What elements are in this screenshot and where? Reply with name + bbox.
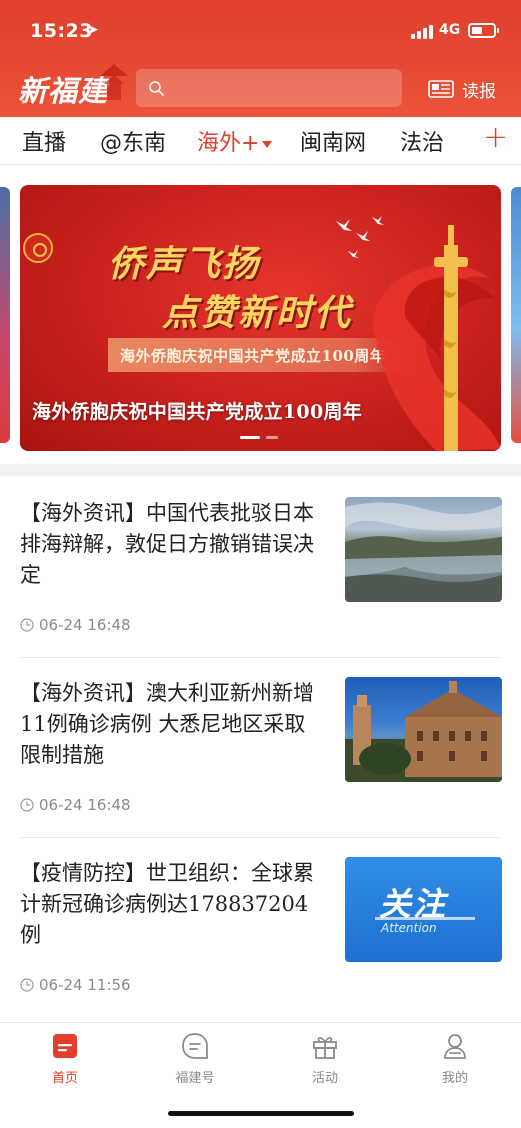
gift-icon	[313, 1037, 337, 1059]
tab-legal[interactable]: 法治	[400, 125, 444, 157]
tab-dongnan[interactable]: @东南	[100, 125, 166, 157]
nav-home-label: 首页	[51, 1071, 78, 1086]
news-timestamp: 06-24 16:48	[20, 796, 131, 814]
location-arrow-icon: ➤	[87, 22, 99, 38]
nav-activity-label: 活动	[311, 1071, 338, 1086]
home-indicator[interactable]	[168, 1111, 354, 1116]
carousel-dot-2[interactable]	[266, 436, 278, 439]
tab-overseas-label: 海外+	[197, 131, 260, 156]
banner-headline-1: 侨声飞扬	[108, 244, 261, 285]
carousel-indicator	[240, 436, 278, 440]
news-thumbnail	[345, 497, 502, 602]
tab-overseas[interactable]: 海外+	[197, 125, 273, 157]
thumbnail-subtitle: Attention	[381, 921, 437, 935]
search-icon	[149, 81, 164, 96]
news-title: 【海外资讯】澳大利亚新州新增11例确诊病例 大悉尼地区采取限制措施	[20, 681, 314, 767]
party-emblem-icon	[23, 233, 53, 263]
tab-minnan[interactable]: 闽南网	[300, 125, 366, 157]
clock-icon	[20, 978, 34, 992]
logo-pavilion-icon	[100, 64, 128, 100]
news-thumbnail: 关注 Attention	[345, 857, 502, 962]
section-divider	[0, 464, 521, 476]
newspaper-icon	[428, 80, 454, 98]
carousel-prev-slide[interactable]	[0, 187, 10, 443]
network-type: 4G	[439, 22, 461, 38]
search-input[interactable]	[170, 69, 390, 107]
news-item[interactable]: 【海外资讯】澳大利亚新州新增11例确诊病例 大悉尼地区采取限制措施 06-24 …	[0, 658, 521, 838]
news-title: 【疫情防控】世卫组织：全球累计新冠确诊病例达178837204例	[20, 861, 314, 947]
read-paper-button[interactable]: 读报	[428, 77, 496, 102]
banner-slide[interactable]: 侨声飞扬 点赞新时代 海外侨胞庆祝中国共产党成立100周年 海外侨胞庆祝中国共产…	[20, 185, 501, 451]
news-time-text: 06-24 16:48	[39, 796, 131, 814]
fujian-hao-icon	[182, 1033, 208, 1059]
app-header: 15:23 ➤ 4G 新福建 读报	[0, 0, 521, 117]
banner-carousel: 侨声飞扬 点赞新时代 海外侨胞庆祝中国共产党成立100周年 海外侨胞庆祝中国共产…	[0, 165, 521, 470]
news-time-text: 06-24 16:48	[39, 616, 131, 634]
nav-activity[interactable]: 活动	[285, 1031, 365, 1086]
nav-profile-label: 我的	[441, 1071, 468, 1086]
nav-home[interactable]: 首页	[25, 1031, 105, 1086]
news-item[interactable]: 【海外资讯】中国代表批驳日本排海辩解，敦促日方撤销错误决定 06-24 16:4…	[0, 478, 521, 658]
clock-icon	[20, 798, 34, 812]
status-bar: 15:23 ➤ 4G	[0, 0, 521, 60]
add-channel-button[interactable]: +	[483, 120, 508, 155]
nav-fujian-hao[interactable]: 福建号	[155, 1031, 235, 1086]
battery-icon	[468, 23, 499, 38]
read-paper-label: 读报	[462, 81, 496, 102]
carousel-dot-1[interactable]	[240, 436, 260, 439]
status-time: 15:23	[30, 20, 93, 42]
news-thumbnail	[345, 677, 502, 782]
news-timestamp: 06-24 16:48	[20, 616, 131, 634]
search-bar[interactable]	[136, 69, 402, 107]
channel-tabs: 直播 @东南 海外+ 闽南网 法治 +	[0, 117, 521, 165]
clock-icon	[20, 618, 34, 632]
signal-icon	[411, 25, 433, 39]
home-icon	[53, 1034, 77, 1058]
profile-icon	[444, 1034, 466, 1059]
news-time-text: 06-24 11:56	[39, 976, 131, 994]
tab-live[interactable]: 直播	[22, 125, 66, 157]
news-timestamp: 06-24 11:56	[20, 976, 131, 994]
news-title: 【海外资讯】中国代表批驳日本排海辩解，敦促日方撤销错误决定	[20, 501, 314, 587]
dropdown-arrow-icon	[262, 140, 273, 148]
carousel-next-slide[interactable]	[511, 187, 521, 443]
app-logo: 新福建	[18, 74, 109, 108]
nav-profile[interactable]: 我的	[415, 1031, 495, 1086]
banner-caption: 海外侨胞庆祝中国共产党成立100周年	[32, 401, 363, 423]
thumbnail-underline	[375, 917, 475, 920]
nav-fujian-hao-label: 福建号	[175, 1071, 215, 1086]
news-item[interactable]: 【疫情防控】世卫组织：全球累计新冠确诊病例达178837204例 06-24 1…	[0, 838, 521, 1018]
